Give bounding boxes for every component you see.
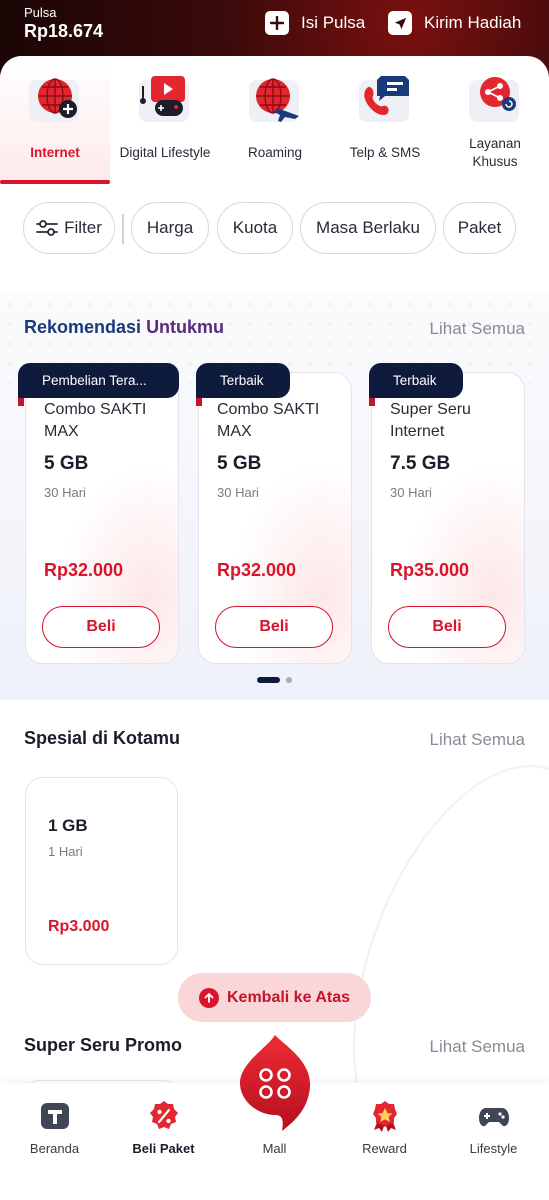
badge-fold	[196, 398, 202, 406]
filter-chips: Filter Harga Kuota Masa Berlaku Paket	[0, 202, 549, 258]
package-quota: 5 GB	[217, 453, 262, 474]
content-sheet: Internet Digital Lifestyle Roaming Telp …	[0, 56, 549, 1200]
mall-icon[interactable]	[238, 1035, 312, 1131]
tab-telp-sms[interactable]: Telp & SMS	[330, 56, 440, 184]
pager-dot-active[interactable]	[257, 677, 280, 683]
tab-digital-lifestyle[interactable]: Digital Lifestyle	[110, 56, 220, 184]
nav-beli-paket-label: Beli Paket	[132, 1141, 195, 1156]
package-validity: 30 Hari	[217, 485, 259, 500]
spesial-package-card[interactable]: 1 GB 1 Hari Rp3.000	[25, 777, 178, 965]
beli-button[interactable]: Beli	[388, 606, 506, 648]
isi-pulsa-button[interactable]: Isi Pulsa	[265, 11, 365, 35]
promo-lihat-semua[interactable]: Lihat Semua	[430, 1037, 525, 1057]
package-price: Rp32.000	[44, 560, 124, 580]
nav-lifestyle-label: Lifestyle	[469, 1141, 518, 1156]
plus-icon	[265, 11, 289, 35]
tab-roaming[interactable]: Roaming	[220, 56, 330, 184]
tab-layanan-khusus-label: Layanan Khusus	[469, 136, 521, 169]
package-card[interactable]: Combo SAKTI MAX 5 GB 30 Hari Rp32.000 Be…	[25, 372, 179, 664]
globe-plane-icon	[249, 78, 299, 122]
tab-telp-sms-label: Telp & SMS	[349, 145, 421, 160]
back-to-top-button[interactable]: Kembali ke Atas	[178, 973, 371, 1022]
nav-beranda-label: Beranda	[29, 1141, 80, 1156]
tab-roaming-label: Roaming	[247, 145, 303, 160]
tab-internet[interactable]: Internet	[0, 56, 110, 184]
kirim-hadiah-button[interactable]: Kirim Hadiah	[388, 11, 521, 35]
package-name: Super Seru Internet	[390, 401, 471, 440]
isi-pulsa-label: Isi Pulsa	[301, 13, 366, 32]
nav-reward-label: Reward	[362, 1141, 407, 1156]
rekomendasi-title-part2: Untukmu	[146, 317, 225, 337]
nav-mall-label: Mall	[262, 1141, 287, 1156]
spesial-lihat-semua[interactable]: Lihat Semua	[430, 730, 525, 750]
package-quota: 1 GB	[48, 816, 88, 835]
package-card[interactable]: Super Seru Internet 7.5 GB 30 Hari Rp35.…	[371, 372, 525, 664]
filter-button[interactable]: Filter	[23, 202, 115, 254]
pulsa-label: Pulsa	[24, 5, 57, 20]
package-price: Rp32.000	[217, 560, 297, 580]
chip-kuota[interactable]: Kuota	[217, 202, 293, 254]
package-quota: 5 GB	[44, 453, 89, 474]
spesial-title: Spesial di Kotamu	[24, 728, 181, 748]
kirim-hadiah-label: Kirim Hadiah	[424, 13, 522, 32]
gamepad-icon	[479, 1108, 509, 1127]
tab-layanan-khusus[interactable]: Layanan Khusus	[440, 56, 549, 184]
discount-icon	[150, 1101, 178, 1129]
nav-beranda[interactable]: Beranda	[0, 1083, 109, 1200]
chip-harga[interactable]: Harga	[131, 202, 209, 254]
chip-paket[interactable]: Paket	[443, 202, 516, 254]
tab-internet-label: Internet	[30, 145, 80, 160]
home-t-icon	[41, 1103, 69, 1129]
promo-title: Super Seru Promo	[24, 1035, 183, 1055]
package-validity: 1 Hari	[48, 844, 83, 859]
sliders-icon	[36, 220, 59, 236]
package-badge: Terbaik	[196, 363, 290, 398]
rekomendasi-title-part1: Rekomendasi	[24, 317, 142, 337]
category-tabs: Internet Digital Lifestyle Roaming Telp …	[0, 56, 549, 184]
package-name: Combo SAKTI MAX	[44, 401, 147, 440]
nav-reward[interactable]: Reward	[330, 1083, 439, 1200]
arrow-up-icon	[198, 987, 219, 1008]
medal-icon	[373, 1101, 397, 1132]
package-card[interactable]: Combo SAKTI MAX 5 GB 30 Hari Rp32.000 Be…	[198, 372, 352, 664]
package-badge: Pembelian Tera...	[18, 363, 179, 398]
nav-lifestyle[interactable]: Lifestyle	[439, 1083, 548, 1200]
badge-fold	[18, 398, 24, 406]
beli-button[interactable]: Beli	[215, 606, 333, 648]
package-name: Combo SAKTI MAX	[217, 401, 320, 440]
back-to-top-label: Kembali ke Atas	[226, 988, 350, 1006]
package-validity: 30 Hari	[390, 485, 432, 500]
globe-plus-icon	[29, 78, 79, 122]
pulsa-balance[interactable]: Rp18.674	[24, 21, 103, 42]
filter-label: Filter	[64, 218, 102, 237]
phone-chat-icon	[359, 76, 409, 122]
package-price: Rp35.000	[390, 560, 470, 580]
chip-masa-berlaku[interactable]: Masa Berlaku	[300, 202, 436, 254]
package-validity: 30 Hari	[44, 485, 86, 500]
package-quota: 7.5 GB	[390, 453, 451, 474]
send-icon	[388, 11, 412, 35]
badge-fold	[369, 398, 375, 406]
package-price: Rp3.000	[48, 918, 110, 935]
rekomendasi-title: Rekomendasi Untukmu	[24, 317, 224, 338]
chip-divider	[122, 214, 124, 244]
package-badge: Terbaik	[369, 363, 463, 398]
beli-button[interactable]: Beli	[42, 606, 160, 648]
media-gamepad-icon	[139, 76, 189, 122]
rekomendasi-lihat-semua[interactable]: Lihat Semua	[430, 319, 525, 339]
nav-beli-paket[interactable]: Beli Paket	[109, 1083, 218, 1200]
tab-digital-lifestyle-label: Digital Lifestyle	[119, 145, 211, 160]
share-network-icon	[469, 77, 519, 122]
pager-dot[interactable]	[286, 677, 292, 683]
